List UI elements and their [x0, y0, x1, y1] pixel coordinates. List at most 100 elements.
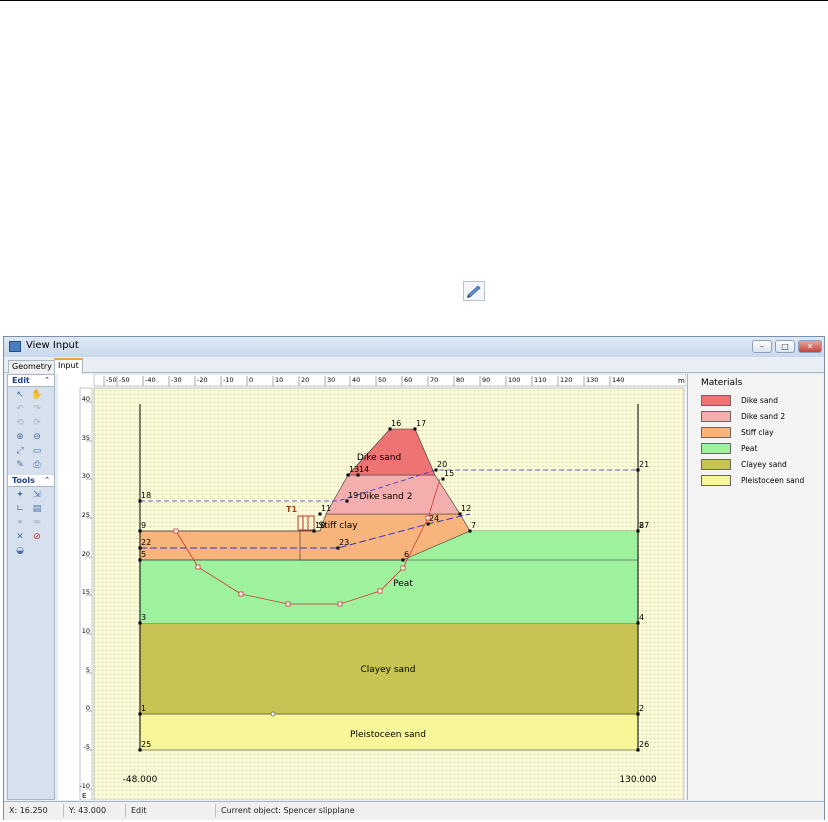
geometry-point-label: 3: [141, 613, 146, 622]
redo-icon[interactable]: ↷: [30, 404, 44, 415]
tab-input[interactable]: Input: [54, 358, 83, 374]
x-tick-label: 140: [612, 376, 624, 384]
geometry-point-label: 24: [429, 514, 439, 523]
x-tick-label: 10: [275, 376, 283, 384]
material-item[interactable]: Stiff clay: [701, 427, 826, 439]
maximize-button[interactable]: □: [775, 340, 795, 353]
geometry-point-label: 14: [359, 465, 369, 474]
x-tick-label: -20: [197, 376, 208, 384]
material-swatch: [701, 395, 731, 406]
toolbox-panel: Edit ⌃ ↖ ✋ ↶ ↷ ⟲ ⟳ ⊕ ⊖ ⤢ ▭ ✎ ⎙ Tools ⌃ ✦…: [7, 374, 55, 800]
status-bar: X: 16.250 Y: 43.000 Edit Current object:…: [4, 801, 824, 820]
geometry-point-label: 11: [321, 504, 331, 513]
layer-label-stiff-clay: Stiff clay: [318, 521, 358, 531]
ruler-unit-label: m: [678, 377, 685, 385]
layer-label-clayey-sand: Clayey sand: [361, 665, 416, 675]
materials-panel: Materials Dike sand Dike sand 2 Stiff cl…: [687, 374, 823, 800]
x-tick-label: 80: [456, 376, 464, 384]
y-tick-label: 10: [82, 627, 90, 635]
prohibit-icon[interactable]: ⊘: [30, 532, 44, 543]
x-tick-label: 90: [482, 376, 490, 384]
x-tick-label: 130: [586, 376, 598, 384]
status-y-coordinate: Y: 43.000: [66, 804, 126, 817]
material-item[interactable]: Dike sand: [701, 395, 826, 407]
delete-icon[interactable]: ✕: [13, 532, 27, 543]
x-tick-label: 0: [249, 376, 253, 384]
layer-icon[interactable]: ▤: [30, 504, 44, 515]
y-tick-label: 30: [82, 472, 90, 480]
geometry-drawing[interactable]: -50 -50 -40 -30 -20 -10 0 10 20 30 40 50 60 70 80 90 100…: [58, 374, 686, 800]
ruler-corner-label: E: [82, 792, 86, 800]
tab-geometry[interactable]: Geometry: [8, 360, 56, 373]
y-tick-label: 15: [82, 588, 90, 596]
material-label: Clayey sand: [741, 460, 787, 469]
ruler-icon[interactable]: ∟: [13, 504, 27, 515]
collapse-chevron-icon[interactable]: ⌃: [44, 375, 50, 386]
geometry-point-label: 15: [444, 469, 454, 478]
slip-circle-icon[interactable]: ◒: [13, 546, 27, 557]
geometry-point-label: 26: [639, 740, 649, 749]
pencil-tool-icon[interactable]: [463, 281, 485, 301]
zoom-limits-icon[interactable]: ⤢: [13, 446, 27, 457]
geometry-point-label: 5: [141, 550, 146, 559]
material-label: Pleistoceen sand: [741, 476, 805, 485]
redo-all-icon[interactable]: ⟳: [30, 418, 44, 429]
material-item[interactable]: Pleistoceen sand: [701, 475, 826, 487]
geometry-point-label: 23: [339, 538, 349, 547]
zoom-out-icon[interactable]: ⊖: [30, 432, 44, 443]
right-boundary-value: 130.000: [619, 775, 656, 785]
select-pointer-icon[interactable]: ↖: [13, 390, 27, 401]
materials-title: Materials: [701, 378, 743, 388]
add-point-icon[interactable]: ✦: [13, 490, 27, 501]
zoom-rectangle-icon[interactable]: ▭: [30, 446, 44, 457]
geometry-point-label: 7: [471, 521, 476, 530]
y-tick-label: 0: [86, 704, 90, 712]
material-label: Peat: [741, 444, 758, 453]
geometry-point-label: 2: [639, 704, 644, 713]
link-icon[interactable]: ⚭: [13, 518, 27, 529]
pencil-icon[interactable]: ✎: [13, 460, 27, 471]
undo-all-icon[interactable]: ⟲: [13, 418, 27, 429]
x-tick-label: -30: [171, 376, 182, 384]
undo-icon[interactable]: ↶: [13, 404, 27, 415]
status-mode: Edit: [128, 804, 216, 817]
x-tick-label: 120: [560, 376, 572, 384]
print-icon[interactable]: ⎙: [30, 460, 44, 471]
y-tick-label: 40: [82, 395, 90, 403]
material-swatch: [701, 475, 731, 486]
minimize-button[interactable]: –: [752, 340, 772, 353]
collapse-chevron-icon[interactable]: ⌃: [44, 475, 50, 486]
layer-label-pleistoceen-sand: Pleistoceen sand: [350, 730, 426, 740]
material-item[interactable]: Peat: [701, 443, 826, 455]
window-titlebar[interactable]: View Input – □ ✕: [4, 337, 824, 357]
geometry-point-label: 16: [391, 419, 401, 428]
material-label: Dike sand 2: [741, 412, 786, 421]
x-tick-label: -50: [106, 376, 117, 384]
close-button[interactable]: ✕: [798, 340, 822, 353]
tools-group-label: Tools: [12, 476, 35, 485]
y-tick-label: 20: [82, 550, 90, 558]
x-tick-label: 70: [430, 376, 438, 384]
tab-strip: Geometry Input: [4, 358, 824, 374]
pan-hand-icon[interactable]: ✋: [30, 390, 44, 401]
zoom-in-icon[interactable]: ⊕: [13, 432, 27, 443]
geometry-point-label: 19: [348, 491, 358, 500]
material-swatch: [701, 411, 731, 422]
import-icon[interactable]: ⇲: [30, 490, 44, 501]
y-tick-label: 5: [86, 666, 90, 674]
window-title: View Input: [26, 340, 79, 351]
status-x-coordinate: X: 16.250: [6, 804, 64, 817]
y-tick-label: -5: [84, 743, 90, 751]
geometry-point-label: 18: [141, 491, 151, 500]
unlink-icon[interactable]: ⚮: [30, 518, 44, 529]
layer-label-dike-sand-2: Dike sand 2: [360, 492, 413, 502]
layer-label-peat: Peat: [393, 579, 413, 589]
tools-group-header[interactable]: Tools ⌃: [8, 475, 54, 487]
material-item[interactable]: Clayey sand: [701, 459, 826, 471]
material-item[interactable]: Dike sand 2: [701, 411, 826, 423]
material-label: Dike sand: [741, 396, 778, 405]
status-current-object: Current object: Spencer slipplane: [221, 806, 355, 815]
geometry-point-label: 12: [461, 504, 471, 513]
edit-group-header[interactable]: Edit ⌃: [8, 375, 54, 387]
x-tick-label: 50: [378, 376, 386, 384]
